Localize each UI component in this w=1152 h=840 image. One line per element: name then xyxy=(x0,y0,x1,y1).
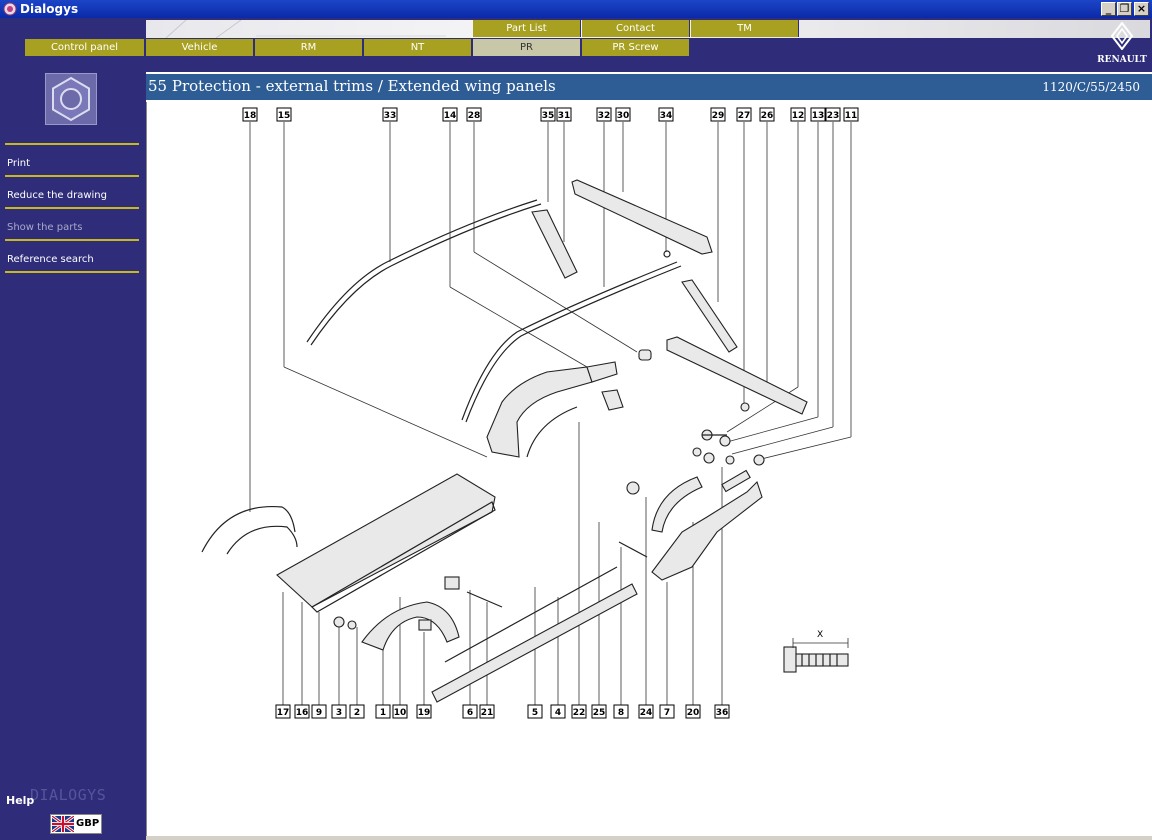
part-callout-number[interactable]: 6 xyxy=(467,708,473,718)
part-callout-number[interactable]: 11 xyxy=(845,111,858,121)
hex-nut-icon xyxy=(52,76,90,122)
help-link[interactable]: Help xyxy=(6,794,34,807)
part-callout-number[interactable]: 2 xyxy=(354,708,360,718)
module-icon-box xyxy=(45,73,97,125)
top-callouts: 18 15 33 14 28 35 31 32 30 34 29 27 26 12 13 23 11 xyxy=(242,107,859,122)
part-callout-number[interactable]: 31 xyxy=(558,111,571,121)
renault-diamond-icon xyxy=(1110,21,1134,51)
minimize-button[interactable]: _ xyxy=(1101,2,1116,16)
drawing-title-bar: 55 Protection - external trims / Extende… xyxy=(146,74,1152,100)
tab-part-list[interactable]: Part List xyxy=(473,20,581,37)
dialogys-app-icon xyxy=(3,2,17,16)
tab-tm[interactable]: TM xyxy=(691,20,799,37)
part-callout-number[interactable]: 32 xyxy=(598,111,611,121)
part-callout-number[interactable]: 29 xyxy=(712,111,725,121)
part-callout-number[interactable]: 9 xyxy=(316,708,322,718)
status-strip xyxy=(146,836,1152,840)
tab-rm[interactable]: RM xyxy=(255,39,363,56)
dimension-label: X xyxy=(817,630,823,640)
tab-pr[interactable]: PR xyxy=(473,39,581,56)
sidebar-separator xyxy=(5,239,139,241)
part-callout-number[interactable]: 20 xyxy=(687,708,700,718)
part-callout-number[interactable]: 21 xyxy=(481,708,494,718)
dialogys-watermark: DIALOGYS xyxy=(30,786,107,804)
part-callout-number[interactable]: 7 xyxy=(664,708,670,718)
part-callout-number[interactable]: 27 xyxy=(738,111,751,121)
part-callout-number[interactable]: 12 xyxy=(792,111,805,121)
part-callout-number[interactable]: 35 xyxy=(542,111,555,121)
header-graphic xyxy=(165,20,446,38)
page-title: 55 Protection - external trims / Extende… xyxy=(148,77,556,95)
part-callout-number[interactable]: 23 xyxy=(827,111,840,121)
part-callout-number[interactable]: 1 xyxy=(380,708,386,718)
sidebar-separator xyxy=(5,175,139,177)
part-callout-number[interactable]: 30 xyxy=(617,111,630,121)
uk-flag-icon xyxy=(52,816,74,832)
brand-name: RENAULT xyxy=(1097,55,1147,65)
sidebar-separator xyxy=(5,207,139,209)
tab-pr-screw[interactable]: PR Screw xyxy=(582,39,690,56)
part-callout-number[interactable]: 18 xyxy=(244,111,257,121)
part-callout-number[interactable]: 8 xyxy=(618,708,624,718)
tab-nt[interactable]: NT xyxy=(364,39,472,56)
sidebar: Print Reduce the drawing Show the parts … xyxy=(0,72,146,840)
renault-logo: RENAULT xyxy=(1096,21,1148,70)
sidebar-separator xyxy=(5,143,139,145)
app-header: Part List Contact TM Control panel Vehic… xyxy=(0,18,1152,72)
bottom-callouts: 17 16 9 3 2 1 10 19 6 21 5 4 22 25 8 24 7 20 36 xyxy=(275,704,730,719)
close-button[interactable]: × xyxy=(1134,2,1149,16)
part-callout-number[interactable]: 28 xyxy=(468,111,481,121)
restore-button[interactable]: ❐ xyxy=(1117,2,1132,16)
part-callout-number[interactable]: 17 xyxy=(277,708,290,718)
sidebar-separator xyxy=(5,271,139,273)
part-callout-number[interactable]: 3 xyxy=(336,708,342,718)
sidebar-item-reference-search[interactable]: Reference search xyxy=(7,254,94,265)
tab-contact[interactable]: Contact xyxy=(582,20,690,37)
part-callout-number[interactable]: 13 xyxy=(812,111,825,121)
window-title: Dialogys xyxy=(20,2,79,16)
language-button[interactable]: GBP xyxy=(50,814,102,834)
exploded-parts-drawing[interactable]: X 18 15 33 14 28 35 31 32 30 34 29 27 26 12 13 23 11 17 1… xyxy=(146,102,1152,836)
part-callout-number[interactable]: 16 xyxy=(296,708,309,718)
window-title-bar: Dialogys _ ❐ × xyxy=(0,0,1152,18)
part-callout-number[interactable]: 25 xyxy=(593,708,606,718)
sidebar-item-reduce-drawing[interactable]: Reduce the drawing xyxy=(7,190,107,201)
parts-illustration: X xyxy=(201,179,849,703)
sidebar-item-print[interactable]: Print xyxy=(7,158,30,169)
tab-control-panel[interactable]: Control panel xyxy=(25,39,145,56)
part-callout-number[interactable]: 24 xyxy=(640,708,653,718)
part-callout-number[interactable]: 19 xyxy=(418,708,431,718)
drawing-canvas: X 18 15 33 14 28 35 31 32 30 34 29 27 26 12 13 23 11 17 1… xyxy=(201,107,859,719)
part-callout-number[interactable]: 15 xyxy=(278,111,291,121)
application-window: Dialogys _ ❐ × Part List Contact TM Cont… xyxy=(0,0,1152,840)
tab-vehicle[interactable]: Vehicle xyxy=(146,39,254,56)
part-callout-number[interactable]: 36 xyxy=(716,708,729,718)
part-callout-number[interactable]: 5 xyxy=(532,708,538,718)
part-callout-number[interactable]: 26 xyxy=(761,111,774,121)
part-callout-number[interactable]: 14 xyxy=(444,111,457,121)
drawing-reference-code: 1120/C/55/2450 xyxy=(1042,80,1140,94)
part-callout-number[interactable]: 33 xyxy=(384,111,397,121)
part-callout-number[interactable]: 34 xyxy=(660,111,673,121)
part-callout-number[interactable]: 22 xyxy=(573,708,586,718)
part-callout-number[interactable]: 4 xyxy=(555,708,561,718)
part-callout-number[interactable]: 10 xyxy=(394,708,407,718)
main-content: 55 Protection - external trims / Extende… xyxy=(146,72,1152,840)
language-code: GBP xyxy=(76,818,100,829)
sidebar-item-show-parts: Show the parts xyxy=(7,222,83,233)
